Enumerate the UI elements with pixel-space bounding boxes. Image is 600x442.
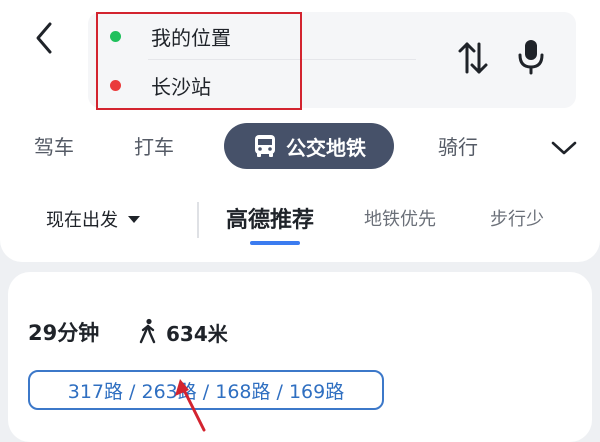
route-duration: 29分钟 (28, 321, 100, 345)
tab-drive[interactable]: 驾车 (34, 132, 74, 162)
tab-less-walking[interactable]: 步行少 (490, 205, 544, 231)
back-button[interactable] (28, 18, 64, 58)
tab-ride[interactable]: 骑行 (438, 132, 478, 162)
swap-vertical-icon (458, 42, 488, 74)
filter-divider (197, 202, 199, 238)
tab-metro-first[interactable]: 地铁优先 (364, 205, 436, 231)
walk-distance: 634米 (166, 322, 228, 346)
tab-recommended[interactable]: 高德推荐 (226, 202, 314, 234)
voice-input-button[interactable] (516, 38, 546, 76)
expand-modes-button[interactable] (550, 137, 578, 159)
annotation-highlight-box (96, 12, 302, 110)
chevron-left-icon (36, 22, 52, 54)
bus-icon (255, 135, 275, 157)
walking-person-icon (139, 318, 156, 344)
selected-tab-indicator (250, 241, 300, 245)
tab-taxi[interactable]: 打车 (134, 132, 174, 162)
tab-transit[interactable]: 公交地铁 (224, 123, 394, 169)
swap-button[interactable] (456, 40, 490, 76)
chevron-down-icon (551, 141, 577, 155)
caret-down-icon (128, 215, 140, 223)
microphone-icon (518, 40, 544, 75)
departure-time-label: 现在出发 (46, 210, 118, 231)
tab-transit-label: 公交地铁 (286, 135, 366, 160)
route-result-card[interactable] (8, 272, 592, 442)
annotation-arrow-icon (175, 379, 206, 432)
departure-time-select[interactable]: 现在出发 (46, 206, 140, 232)
